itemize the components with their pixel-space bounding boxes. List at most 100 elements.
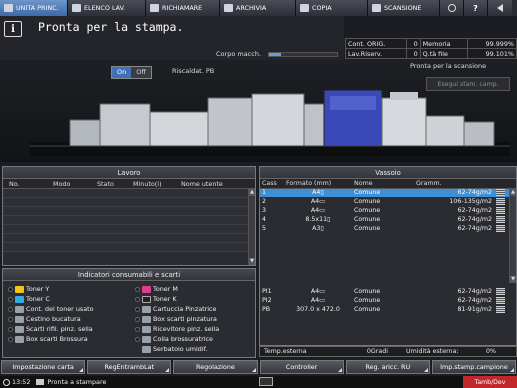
tray-row[interactable]: PI2 A4▭ Comune 62-74g/m2 — [260, 296, 516, 305]
scroll-up-icon[interactable]: ▲ — [510, 189, 516, 196]
button-label: Imp.stamp.campione — [440, 363, 508, 371]
consumable-waste-toner: Cont. del toner usato — [8, 305, 94, 313]
consumable-label: Cestino bucatura — [26, 315, 81, 323]
tamb-dev-indicator[interactable]: Tamb/Dev — [463, 376, 517, 388]
tray-gramm: 62-74g/m2 — [457, 207, 492, 214]
tray-row[interactable]: 2 A4▭ Comune 106-135g/m2 — [260, 197, 516, 206]
tray-formato: 8.5x11▯ — [305, 216, 331, 223]
humidity-value: 0% — [486, 348, 496, 355]
status-dot — [8, 306, 13, 312]
job-row[interactable] — [3, 234, 249, 243]
tray-gramm: 62-74g/m2 — [457, 297, 492, 304]
tab-copia[interactable]: COPIA — [296, 0, 368, 16]
off-button[interactable]: Off — [131, 67, 151, 78]
tray-row[interactable]: 1 A4▯ Comune 62-74g/m2 — [260, 188, 516, 197]
tray-nome: Comune — [354, 207, 381, 214]
button-label: Reg. aricc. RU — [365, 363, 411, 371]
lavoro-scrollbar[interactable]: ▲ ▼ — [248, 189, 255, 265]
tray-gramm: 62-74g/m2 — [457, 216, 492, 223]
binder-scraps-icon — [15, 335, 24, 343]
humidity-label: Umidità esterna: — [406, 348, 459, 355]
speaker-button[interactable] — [488, 0, 512, 16]
tamb-dev-label: Tamb/Dev — [474, 378, 506, 386]
help-button[interactable]: ? — [464, 0, 488, 16]
tray-row[interactable]: 3 A4▭ Comune 62-74g/m2 — [260, 206, 516, 215]
tab-label: RICHIAMARE — [162, 4, 203, 12]
consumable-staple-cartridge: Cartuccia Pinzatrice — [135, 305, 216, 313]
job-row[interactable] — [3, 207, 249, 216]
tray-row[interactable]: PI1 A4▭ Comune 62-74g/m2 — [260, 287, 516, 296]
col-minuti: Minuto(i) — [133, 179, 162, 188]
tab-unita-princ[interactable]: UNITA PRINC. — [0, 0, 68, 16]
memoria-value: 99.999% — [467, 38, 517, 49]
globe-button[interactable] — [440, 0, 464, 16]
consumable-toner-y: Toner Y — [8, 285, 49, 293]
paper-level-icon — [496, 215, 505, 223]
reg-aricc-ru-button[interactable]: Reg. aricc. RU — [345, 360, 430, 374]
corpo-macch-fill — [269, 53, 282, 56]
vassoio-scrollbar[interactable]: ▲ ▼ — [509, 189, 516, 283]
printer-illustration[interactable] — [30, 90, 510, 160]
reg-entramb-lat-button[interactable]: RegEntrambLat — [87, 360, 172, 374]
corner-icon — [251, 368, 256, 372]
vassoio-panel: Vassoio Cass Formato (mm) Nome Gramm. 1 … — [259, 166, 517, 346]
paper-level-icon — [496, 224, 505, 232]
tray-cass: PB — [262, 306, 271, 313]
tray-row[interactable]: 5 A3▯ Comune 62-74g/m2 — [260, 224, 516, 233]
tab-archivia[interactable]: ARCHIVIA — [220, 0, 296, 16]
top-tab-bar: UNITA PRINC. ELENCO LAV. RICHIAMARE ARCH… — [0, 0, 517, 16]
paper-level-icon — [496, 287, 505, 295]
scroll-down-icon[interactable]: ▼ — [510, 276, 516, 283]
consumable-label: Box scarti pinzatura — [153, 315, 217, 323]
heater-toggle[interactable]: On Off — [111, 66, 152, 79]
environment-bar: Temp.esterna 0Gradi Umidità esterna: 0% — [259, 346, 517, 357]
lavoro-panel: Lavoro No. Modo Stato Minuto(i) Nome ute… — [2, 166, 256, 266]
button-label: Regolazione — [196, 363, 235, 371]
imp-stamp-campione-button[interactable]: Imp.stamp.campione — [431, 360, 517, 374]
consumable-label: Box scarti Brossura — [26, 335, 88, 343]
on-button[interactable]: On — [112, 67, 132, 78]
tab-richiamare[interactable]: RICHIAMARE — [146, 0, 220, 16]
col-stato: Stato — [97, 179, 114, 188]
scan-status: Pronta per la scansione — [410, 62, 487, 70]
help-icon: ? — [473, 3, 478, 13]
consumable-label: Toner Y — [26, 285, 50, 293]
scroll-up-icon[interactable]: ▲ — [249, 189, 255, 196]
globe-icon — [447, 4, 456, 12]
impostazione-carta-button[interactable]: Impostazione carta — [1, 360, 86, 374]
job-row[interactable] — [3, 225, 249, 234]
tray-formato: A4▭ — [310, 297, 326, 304]
consumable-binder-scraps: Box scarti Brossura — [8, 335, 88, 343]
job-row[interactable] — [3, 216, 249, 225]
store-icon — [224, 4, 233, 12]
lavoro-header: No. Modo Stato Minuto(i) Nome utente — [3, 179, 255, 189]
tray-cass: 3 — [262, 207, 267, 214]
tray-nome: Comune — [354, 306, 381, 313]
job-row[interactable] — [3, 198, 249, 207]
corner-icon — [165, 368, 170, 372]
binder-glue-icon — [142, 335, 151, 343]
job-row[interactable] — [3, 189, 249, 198]
consumable-toner-c: Toner C — [8, 295, 50, 303]
controller-button[interactable]: Controller — [259, 360, 344, 374]
col-nome-utente: Nome utente — [181, 179, 223, 188]
scroll-down-icon[interactable]: ▼ — [249, 258, 255, 265]
tray-level — [494, 296, 516, 305]
tray-cass: PI1 — [262, 288, 272, 295]
tray-nome: Comune — [354, 288, 381, 295]
status-dot — [8, 326, 13, 332]
tab-elenco-lav[interactable]: ELENCO LAV. — [68, 0, 146, 16]
consumable-label: Toner C — [26, 295, 50, 303]
toner-y-icon — [15, 285, 24, 293]
recall-icon — [150, 4, 159, 12]
tray-row[interactable]: 4 8.5x11▯ Comune 62-74g/m2 — [260, 215, 516, 224]
esegui-stam-camp-button[interactable]: Esegui stam. camp. — [426, 77, 510, 91]
copy-icon — [300, 4, 309, 12]
tab-scansione[interactable]: SCANSIONE — [368, 0, 440, 16]
tray-row[interactable]: PB 307.0 x 472.0 Comune 81-91g/m2 — [260, 305, 516, 314]
job-row[interactable] — [3, 243, 249, 252]
temp-value: 0Gradi — [366, 348, 388, 355]
corpo-macch-meter — [268, 52, 338, 57]
regolazione-button[interactable]: Regolazione — [173, 360, 258, 374]
keyboard-icon[interactable] — [259, 377, 273, 386]
